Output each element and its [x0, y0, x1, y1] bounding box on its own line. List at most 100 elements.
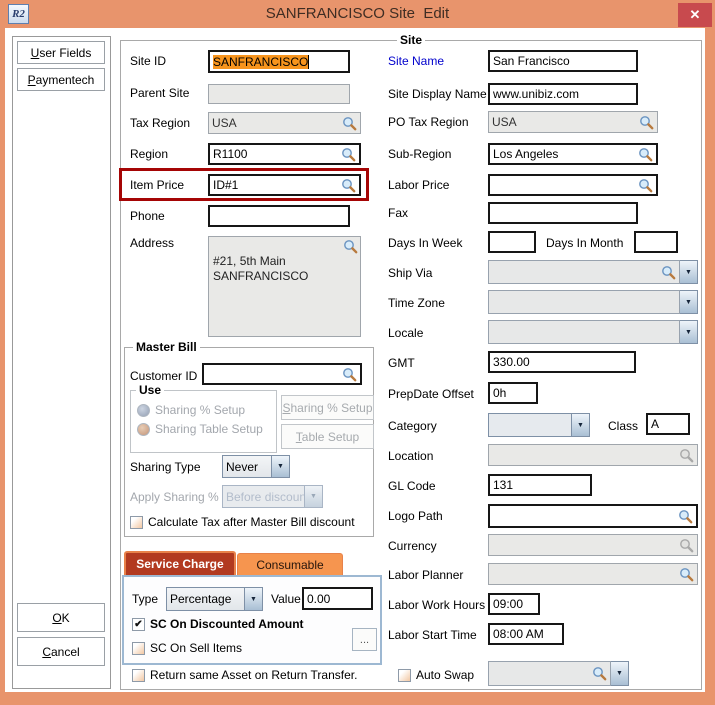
sc-type-dropdown[interactable]: Percentage ▼: [166, 587, 263, 611]
sc-sell-label: SC On Sell Items: [150, 641, 242, 656]
auto-swap-dropdown: ▼: [488, 661, 629, 686]
auto-swap-label: Auto Swap: [416, 668, 474, 683]
time-zone-dropdown[interactable]: ▼: [488, 290, 698, 314]
logo-path-label: Logo Path: [388, 509, 443, 524]
search-icon[interactable]: [661, 265, 676, 280]
search-icon[interactable]: [639, 115, 654, 130]
return-same-asset-checkbox[interactable]: [132, 669, 145, 682]
site-display-name-value: www.unibiz.com: [493, 87, 579, 101]
search-icon[interactable]: [343, 239, 358, 254]
ship-via-dropdown: ▼: [488, 260, 698, 284]
class-input[interactable]: A: [646, 413, 690, 435]
currency-input: [488, 534, 698, 556]
prepdate-offset-input[interactable]: 0h: [488, 382, 538, 404]
chevron-down-icon[interactable]: ▼: [572, 413, 590, 437]
chevron-down-icon[interactable]: ▼: [245, 587, 263, 611]
master-bill-title: Master Bill: [133, 340, 200, 354]
tab-consumable[interactable]: Consumable: [237, 553, 343, 575]
window-title: SANFRANCISCO Site Edit: [0, 0, 715, 28]
search-icon[interactable]: [678, 509, 693, 524]
sc-type-label: Type: [132, 592, 158, 607]
class-value: A: [651, 417, 659, 431]
chevron-down-icon[interactable]: ▼: [680, 290, 698, 314]
cancel-button[interactable]: Cancel: [17, 637, 105, 666]
chevron-down-icon[interactable]: ▼: [680, 320, 698, 344]
item-price-input[interactable]: ID#1: [208, 174, 361, 196]
use-group-title: Use: [136, 383, 164, 397]
search-icon[interactable]: [638, 178, 653, 193]
sc-value-input[interactable]: 0.00: [302, 587, 373, 610]
calc-tax-label: Calculate Tax after Master Bill discount: [148, 515, 355, 530]
text-cursor: [308, 55, 309, 69]
ship-via-value: [488, 260, 680, 284]
labor-start-time-input[interactable]: 08:00 AM: [488, 623, 564, 645]
table-setup-button: Table Setup: [281, 424, 374, 449]
sharing-pct-radio: [137, 404, 150, 417]
selected-text: SANFRANCISCO: [213, 55, 308, 69]
sc-sell-checkbox[interactable]: [132, 642, 145, 655]
logo-path-input[interactable]: [488, 504, 698, 528]
days-in-week-input[interactable]: [488, 231, 536, 253]
calc-tax-checkbox[interactable]: [130, 516, 143, 529]
apply-sharing-label: Apply Sharing %: [130, 490, 219, 505]
item-price-label: Item Price: [130, 178, 184, 193]
table-setup-label: Table Setup: [296, 430, 359, 444]
chevron-down-icon[interactable]: ▼: [272, 455, 290, 478]
category-dropdown[interactable]: ▼: [488, 413, 590, 437]
ok-label: OK: [52, 611, 69, 625]
gmt-value: 330.00: [493, 355, 530, 369]
apply-sharing-value: Before discount: [222, 485, 305, 508]
sharing-pct-radio-label: Sharing % Setup: [155, 403, 245, 418]
user-fields-button[interactable]: User Fields: [17, 41, 105, 64]
time-zone-value: [488, 290, 680, 314]
po-tax-region-label: PO Tax Region: [388, 115, 469, 130]
search-icon[interactable]: [342, 116, 357, 131]
sharing-type-dropdown[interactable]: Never ▼: [222, 455, 290, 478]
address-label: Address: [130, 236, 174, 251]
phone-input[interactable]: [208, 205, 350, 227]
gl-code-input[interactable]: 131: [488, 474, 592, 496]
ok-button[interactable]: OK: [17, 603, 105, 632]
site-display-name-input[interactable]: www.unibiz.com: [488, 83, 638, 105]
sidebar-panel: [12, 36, 111, 689]
po-tax-region-value: USA: [492, 115, 517, 129]
chevron-down-icon: ▼: [611, 661, 629, 686]
parent-site-input: [208, 84, 350, 104]
search-icon[interactable]: [342, 367, 357, 382]
tab-consumable-label: Consumable: [256, 558, 323, 572]
search-icon[interactable]: [638, 147, 653, 162]
labor-price-label: Labor Price: [388, 178, 449, 193]
days-in-month-input[interactable]: [634, 231, 678, 253]
auto-swap-checkbox[interactable]: [398, 669, 411, 682]
locale-value: [488, 320, 680, 344]
region-input[interactable]: R1100: [208, 143, 361, 165]
site-id-input[interactable]: SANFRANCISCO: [208, 50, 350, 73]
customer-id-label: Customer ID: [130, 369, 197, 384]
user-fields-label: User Fields: [31, 46, 92, 60]
gmt-input[interactable]: 330.00: [488, 351, 636, 373]
search-icon[interactable]: [341, 178, 356, 193]
tax-region-label: Tax Region: [130, 116, 190, 131]
sub-region-input[interactable]: Los Angeles: [488, 143, 658, 165]
gl-code-value: 131: [493, 478, 513, 492]
search-icon[interactable]: [341, 147, 356, 162]
close-button[interactable]: ✕: [678, 3, 712, 27]
locale-dropdown[interactable]: ▼: [488, 320, 698, 344]
labor-work-hours-input[interactable]: 09:00: [488, 593, 540, 615]
chevron-down-icon[interactable]: ▼: [680, 260, 698, 284]
site-name-input[interactable]: San Francisco: [488, 50, 638, 72]
customer-id-input[interactable]: [202, 363, 362, 385]
site-group-title: Site: [397, 33, 425, 47]
sharing-pct-setup-button: Sharing % Setup: [281, 395, 374, 420]
search-icon[interactable]: [679, 567, 694, 582]
currency-label: Currency: [388, 539, 437, 554]
more-options-button[interactable]: ...: [352, 628, 377, 651]
sc-discounted-checkbox[interactable]: ✔: [132, 618, 145, 631]
region-value: R1100: [213, 147, 247, 161]
chevron-down-icon: ▼: [305, 485, 323, 508]
fax-input[interactable]: [488, 202, 638, 224]
ellipsis-icon: ...: [360, 634, 369, 646]
paymentech-button[interactable]: Paymentech: [17, 68, 105, 91]
labor-price-input[interactable]: [488, 174, 658, 196]
tab-service-charge[interactable]: Service Charge: [124, 551, 236, 575]
